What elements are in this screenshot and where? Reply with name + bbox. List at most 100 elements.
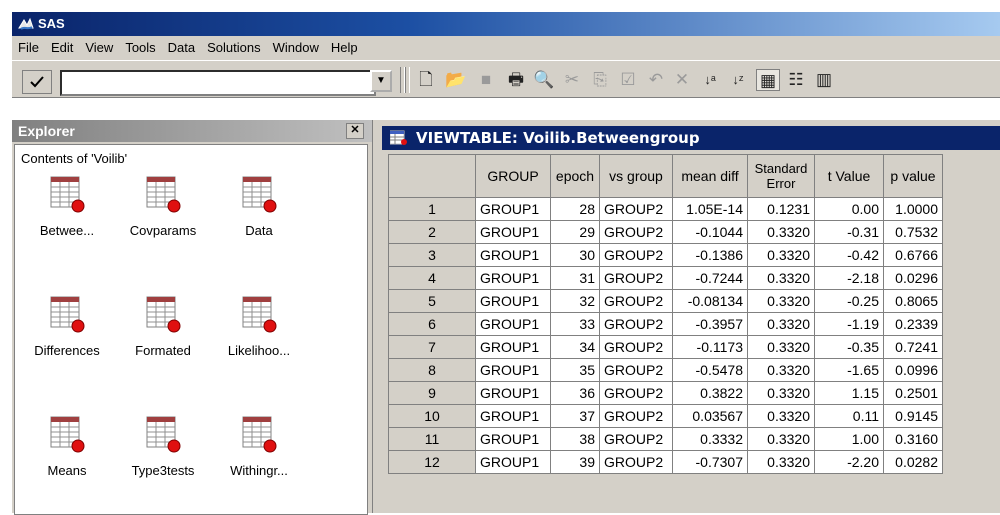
row-number-cell[interactable]: 11 — [388, 427, 476, 451]
table-cell[interactable]: 1.05E-14 — [672, 197, 748, 221]
table-row[interactable]: 8 GROUP1 35 GROUP2 -0.5478 0.3320 -1.65 0.0996 — [388, 358, 943, 382]
form-view-icon[interactable]: ☷ — [784, 69, 808, 91]
table-cell[interactable]: 29 — [550, 220, 600, 244]
table-cell[interactable]: GROUP2 — [599, 312, 673, 336]
table-cell[interactable]: 1.00 — [814, 427, 884, 451]
table-cell[interactable]: GROUP2 — [599, 243, 673, 267]
table-cell[interactable]: GROUP1 — [475, 335, 551, 359]
table-cell[interactable]: -1.19 — [814, 312, 884, 336]
table-cell[interactable]: -0.7244 — [672, 266, 748, 290]
table-cell[interactable]: GROUP1 — [475, 243, 551, 267]
close-button[interactable]: ✕ — [346, 123, 364, 139]
column-header[interactable]: t Value — [814, 154, 884, 198]
table-cell[interactable]: 39 — [550, 450, 600, 474]
table-cell[interactable]: 0.7241 — [883, 335, 943, 359]
row-number-cell[interactable]: 1 — [388, 197, 476, 221]
submit-command-button[interactable] — [22, 70, 52, 94]
table-cell[interactable]: 0.6766 — [883, 243, 943, 267]
new-icon[interactable]: 🗋 — [414, 69, 438, 91]
table-cell[interactable]: GROUP2 — [599, 289, 673, 313]
table-cell[interactable]: GROUP1 — [475, 450, 551, 474]
open-icon[interactable]: 📂 — [444, 69, 468, 91]
table-cell[interactable]: -0.08134 — [672, 289, 748, 313]
row-number-cell[interactable]: 8 — [388, 358, 476, 382]
row-number-cell[interactable]: 2 — [388, 220, 476, 244]
table-cell[interactable]: GROUP1 — [475, 220, 551, 244]
table-cell[interactable]: 0.3320 — [747, 335, 815, 359]
table-cell[interactable]: -0.3957 — [672, 312, 748, 336]
table-cell[interactable]: 0.0296 — [883, 266, 943, 290]
row-number-cell[interactable]: 12 — [388, 450, 476, 474]
table-row[interactable]: 12 GROUP1 39 GROUP2 -0.7307 0.3320 -2.20 0.0282 — [388, 450, 943, 474]
table-cell[interactable]: 0.9145 — [883, 404, 943, 428]
table-row[interactable]: 9 GROUP1 36 GROUP2 0.3822 0.3320 1.15 0.2501 — [388, 381, 943, 405]
table-cell[interactable]: GROUP1 — [475, 404, 551, 428]
paste-icon[interactable]: ☑ — [616, 69, 640, 91]
table-cell[interactable]: 0.3320 — [747, 381, 815, 405]
explorer-item[interactable]: Formated — [115, 295, 211, 358]
explorer-item[interactable]: Type3tests — [115, 415, 211, 478]
row-number-cell[interactable]: 4 — [388, 266, 476, 290]
table-cell[interactable]: 0.2339 — [883, 312, 943, 336]
column-header[interactable]: Standard Error — [747, 154, 815, 198]
table-cell[interactable]: GROUP2 — [599, 335, 673, 359]
table-cell[interactable]: GROUP1 — [475, 289, 551, 313]
table-cell[interactable]: 0.3320 — [747, 312, 815, 336]
table-cell[interactable]: 37 — [550, 404, 600, 428]
table-cell[interactable]: GROUP2 — [599, 266, 673, 290]
table-cell[interactable]: 0.3320 — [747, 358, 815, 382]
table-cell[interactable]: 0.3332 — [672, 427, 748, 451]
table-cell[interactable]: -0.1173 — [672, 335, 748, 359]
explorer-item[interactable]: Likelihoo... — [211, 295, 307, 358]
table-cell[interactable]: 36 — [550, 381, 600, 405]
table-cell[interactable]: GROUP1 — [475, 381, 551, 405]
table-cell[interactable]: 32 — [550, 289, 600, 313]
delete-icon[interactable]: ✕ — [670, 69, 694, 91]
table-row[interactable]: 6 GROUP1 33 GROUP2 -0.3957 0.3320 -1.19 0.2339 — [388, 312, 943, 336]
table-cell[interactable]: GROUP1 — [475, 358, 551, 382]
table-cell[interactable]: -0.1386 — [672, 243, 748, 267]
table-cell[interactable]: -0.42 — [814, 243, 884, 267]
table-cell[interactable]: 0.3320 — [747, 427, 815, 451]
table-cell[interactable]: 0.3320 — [747, 450, 815, 474]
table-cell[interactable]: -0.5478 — [672, 358, 748, 382]
table-cell[interactable]: -0.1044 — [672, 220, 748, 244]
table-cell[interactable]: 38 — [550, 427, 600, 451]
table-cell[interactable]: 0.11 — [814, 404, 884, 428]
row-number-cell[interactable]: 5 — [388, 289, 476, 313]
cut-icon[interactable]: ✂ — [560, 69, 584, 91]
save-icon[interactable]: ■ — [474, 69, 498, 91]
row-number-cell[interactable]: 7 — [388, 335, 476, 359]
table-cell[interactable]: 0.8065 — [883, 289, 943, 313]
table-cell[interactable]: GROUP1 — [475, 312, 551, 336]
row-number-header[interactable] — [388, 154, 476, 198]
menu-solutions[interactable]: Solutions — [201, 36, 266, 55]
table-cell[interactable]: 31 — [550, 266, 600, 290]
command-input[interactable] — [60, 70, 376, 96]
table-cell[interactable]: 30 — [550, 243, 600, 267]
table-row[interactable]: 5 GROUP1 32 GROUP2 -0.08134 0.3320 -0.25 0.8065 — [388, 289, 943, 313]
undo-icon[interactable]: ↶ — [644, 69, 668, 91]
table-cell[interactable]: 34 — [550, 335, 600, 359]
table-cell[interactable]: 0.03567 — [672, 404, 748, 428]
table-cell[interactable]: 0.0282 — [883, 450, 943, 474]
command-history-dropdown[interactable]: ▼ — [370, 70, 392, 92]
table-cell[interactable]: 0.0996 — [883, 358, 943, 382]
table-view-icon[interactable]: ▦ — [756, 69, 780, 91]
table-cell[interactable]: 0.3320 — [747, 266, 815, 290]
column-header[interactable]: epoch — [550, 154, 600, 198]
table-cell[interactable]: 33 — [550, 312, 600, 336]
explorer-item[interactable]: Data — [211, 175, 307, 238]
table-cell[interactable]: -1.65 — [814, 358, 884, 382]
print-preview-icon[interactable]: 🔍 — [532, 69, 556, 91]
row-number-cell[interactable]: 6 — [388, 312, 476, 336]
table-cell[interactable]: GROUP2 — [599, 358, 673, 382]
explorer-item[interactable]: Covparams — [115, 175, 211, 238]
row-number-cell[interactable]: 10 — [388, 404, 476, 428]
table-row[interactable]: 7 GROUP1 34 GROUP2 -0.1173 0.3320 -0.35 0.7241 — [388, 335, 943, 359]
table-cell[interactable]: 0.1231 — [747, 197, 815, 221]
table-cell[interactable]: GROUP2 — [599, 220, 673, 244]
columns-icon[interactable]: ▥ — [812, 69, 836, 91]
print-icon[interactable]: 🖶 — [504, 69, 528, 91]
column-header[interactable]: vs group — [599, 154, 673, 198]
